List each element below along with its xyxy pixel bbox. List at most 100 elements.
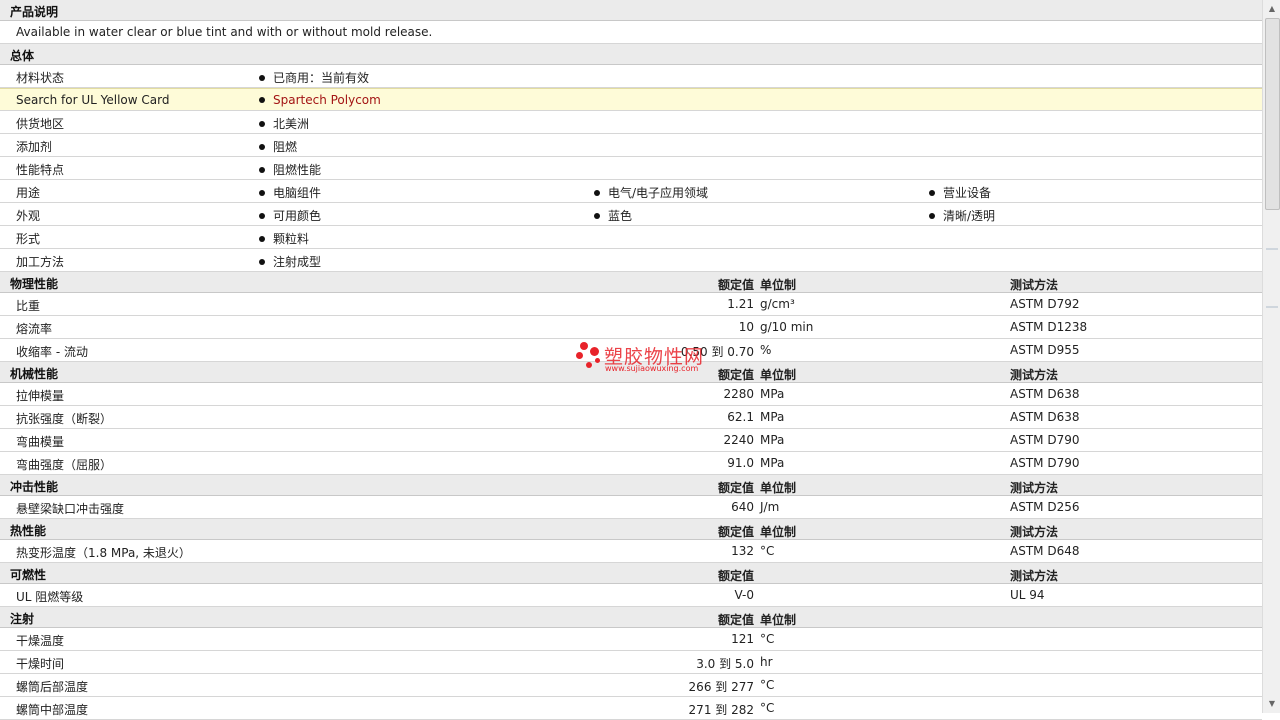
scrollbar-thumb[interactable] (1265, 18, 1280, 210)
property-method: ASTM D648 (1010, 544, 1080, 558)
general-label: 用途 (16, 186, 41, 200)
property-value: 2280 (723, 387, 754, 401)
property-value: 0.50 到 0.70 (680, 345, 754, 359)
property-value: 1.21 (727, 297, 754, 311)
general-value: 注射成型 (259, 253, 321, 270)
general-value: 可用颜色 (259, 207, 321, 224)
bullet-icon (259, 167, 265, 173)
general-value-text: 颗粒料 (273, 232, 310, 246)
property-unit: % (760, 343, 772, 357)
general-value: 电气/电子应用领域 (594, 184, 708, 201)
section-header: 物理性能 额定值 单位制 测试方法 (0, 272, 1262, 293)
property-name: 干燥温度 (16, 634, 65, 648)
section-header: 机械性能 额定值 单位制 测试方法 (0, 362, 1262, 383)
property-method: ASTM D955 (1010, 343, 1080, 357)
property-value: V-0 (734, 588, 754, 602)
general-value-text: 阻燃 (273, 140, 298, 154)
bullet-icon (259, 144, 265, 150)
general-value: 清晰/透明 (929, 207, 995, 224)
property-row: 干燥温度 121 °C (0, 628, 1262, 651)
bullet-icon (259, 190, 265, 196)
scroll-marker (1266, 306, 1278, 308)
property-name: 弯曲模量 (16, 435, 65, 449)
general-value-text: 北美洲 (273, 117, 310, 131)
property-method: UL 94 (1010, 588, 1045, 602)
section-title: 物理性能 (10, 277, 59, 291)
property-name: 熔流率 (16, 322, 53, 336)
general-value: 蓝色 (594, 207, 632, 224)
property-value: 91.0 (727, 456, 754, 470)
column-header-unit: 单位制 (760, 481, 797, 495)
general-value-text: 电气/电子应用领域 (608, 186, 709, 200)
property-unit: MPa (760, 433, 785, 447)
scroll-up-icon[interactable]: ▲ (1265, 2, 1279, 16)
property-unit: °C (760, 544, 775, 558)
section-title: 可燃性 (10, 568, 47, 582)
bullet-icon (259, 236, 265, 242)
column-header-nominal: 额定值 (717, 481, 754, 495)
property-unit: g/cm³ (760, 297, 795, 311)
vertical-scrollbar[interactable]: ▲ ▼ (1262, 0, 1280, 713)
section-title: 机械性能 (10, 367, 59, 381)
general-label: 添加剂 (16, 140, 53, 154)
column-header-unit: 单位制 (760, 525, 797, 539)
property-method: ASTM D638 (1010, 410, 1080, 424)
bullet-icon (259, 75, 265, 81)
property-method: ASTM D256 (1010, 500, 1080, 514)
supplier-link[interactable]: Spartech Polycom (273, 93, 381, 107)
general-label[interactable]: Search for UL Yellow Card (16, 93, 169, 107)
scroll-down-icon[interactable]: ▼ (1265, 697, 1279, 711)
description-text: Available in water clear or blue tint an… (16, 25, 433, 39)
property-name: 悬壁梁缺口冲击强度 (16, 502, 125, 516)
general-value-text: 已商用：当前有效 (273, 71, 370, 85)
property-name: 拉伸模量 (16, 389, 65, 403)
general-label: 加工方法 (16, 255, 65, 269)
property-unit: °C (760, 632, 775, 646)
property-method: ASTM D638 (1010, 387, 1080, 401)
property-row: 拉伸模量 2280 MPa ASTM D638 (0, 383, 1262, 406)
section-header-general: 总体 (0, 44, 1262, 65)
general-value-text: 营业设备 (943, 186, 992, 200)
property-row: 熔流率 10 g/10 min ASTM D1238 (0, 316, 1262, 339)
column-header-method: 测试方法 (1010, 569, 1059, 583)
general-value: 营业设备 (929, 184, 991, 201)
property-row: 螺筒中部温度 271 到 282 °C (0, 697, 1262, 720)
property-name: 比重 (16, 299, 41, 313)
bullet-icon (259, 97, 265, 103)
bullet-icon (929, 190, 935, 196)
property-row: 热变形温度（1.8 MPa, 未退火） 132 °C ASTM D648 (0, 540, 1262, 563)
property-name: 收缩率 - 流动 (16, 345, 88, 359)
general-row: 性能特点 阻燃性能 (0, 157, 1262, 180)
property-name: 热变形温度（1.8 MPa, 未退火） (16, 546, 191, 560)
general-label: 材料状态 (16, 71, 65, 85)
general-value: 阻燃性能 (259, 161, 321, 178)
section-title: 冲击性能 (10, 480, 59, 494)
general-value-text: 注射成型 (273, 255, 322, 269)
property-unit: MPa (760, 410, 785, 424)
property-unit: hr (760, 655, 773, 669)
section-title: 注射 (10, 612, 35, 626)
yellow-card-row: Search for UL Yellow Card Spartech Polyco… (0, 88, 1262, 111)
general-label: 外观 (16, 209, 41, 223)
general-value: 北美洲 (259, 115, 309, 132)
column-header-nominal: 额定值 (717, 525, 754, 539)
section-header: 注射 额定值 单位制 (0, 607, 1262, 628)
bullet-icon (259, 121, 265, 127)
general-value-text: 阻燃性能 (273, 163, 322, 177)
column-header-unit: 单位制 (760, 613, 797, 627)
property-row: 干燥时间 3.0 到 5.0 hr (0, 651, 1262, 674)
column-header-nominal: 额定值 (717, 278, 754, 292)
general-value-text: 电脑组件 (273, 186, 322, 200)
section-header: 可燃性 额定值 测试方法 (0, 563, 1262, 584)
property-unit: °C (760, 678, 775, 692)
column-header-method: 测试方法 (1010, 481, 1059, 495)
general-row: 加工方法 注射成型 (0, 249, 1262, 272)
property-name: 螺筒后部温度 (16, 680, 89, 694)
section-header: 冲击性能 额定值 单位制 测试方法 (0, 475, 1262, 496)
column-header-method: 测试方法 (1010, 525, 1059, 539)
property-row: 比重 1.21 g/cm³ ASTM D792 (0, 293, 1262, 316)
general-value: 阻燃 (259, 138, 297, 155)
property-unit: MPa (760, 387, 785, 401)
general-value: 颗粒料 (259, 230, 309, 247)
column-header-unit: 单位制 (760, 368, 797, 382)
